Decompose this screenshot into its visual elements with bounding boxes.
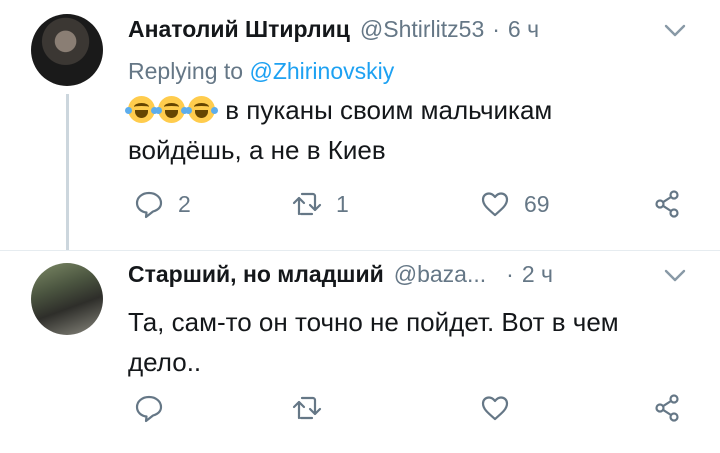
separator-dot: · bbox=[492, 16, 500, 42]
timestamp[interactable]: 2 ч bbox=[522, 261, 553, 288]
tears-of-joy-emoji bbox=[125, 96, 158, 123]
chevron-down-icon[interactable] bbox=[664, 269, 686, 283]
replying-mention[interactable]: @Zhirinovskiy bbox=[249, 58, 394, 84]
timestamp[interactable]: 6 ч bbox=[508, 16, 539, 43]
reply-count: 2 bbox=[178, 190, 191, 217]
tweet[interactable]: Анатолий Штирлиц @Shtirlitz53 · 6 ч Repl… bbox=[0, 0, 720, 250]
tears-of-joy-emoji bbox=[155, 96, 188, 123]
tweet-text: в пуканы своим мальчикам войдёшь, а не в… bbox=[125, 90, 688, 170]
tweet-text-line2: дело.. bbox=[128, 347, 202, 377]
replying-to: Replying to @Zhirinovskiy bbox=[128, 58, 394, 85]
tweet-actions bbox=[128, 390, 688, 430]
reply-button[interactable] bbox=[134, 390, 164, 426]
like-icon bbox=[481, 396, 509, 421]
tweet-header: Старший, но младший @baza... · 2 ч bbox=[128, 261, 553, 288]
reply-icon bbox=[135, 191, 163, 219]
thread-line bbox=[66, 94, 69, 250]
like-button[interactable]: 69 bbox=[480, 186, 550, 222]
retweet-button[interactable]: 1 bbox=[292, 186, 349, 222]
separator-dot: · bbox=[506, 261, 514, 287]
retweet-count: 1 bbox=[336, 190, 349, 217]
tears-of-joy-emoji bbox=[185, 96, 218, 123]
tweet-header: Анатолий Штирлиц @Shtirlitz53 · 6 ч bbox=[128, 16, 539, 43]
reply-icon bbox=[135, 395, 163, 423]
retweet-icon bbox=[292, 192, 322, 216]
chevron-down-icon[interactable] bbox=[664, 24, 686, 38]
author-handle[interactable]: @baza... bbox=[394, 261, 486, 288]
tweet-text-line1: Та, сам-то он точно не пойдет. Вот в чем bbox=[128, 307, 619, 337]
tweet-text-line2: войдёшь, а не в Киев bbox=[128, 135, 386, 165]
like-button[interactable] bbox=[480, 390, 510, 426]
tweet[interactable]: Старший, но младший @baza... · 2 ч Та, с… bbox=[0, 250, 720, 453]
share-icon bbox=[655, 190, 679, 218]
tweet-actions: 2 1 69 bbox=[128, 186, 688, 226]
replying-label: Replying to bbox=[128, 58, 244, 84]
author-name[interactable]: Анатолий Штирлиц bbox=[128, 16, 350, 43]
retweet-icon bbox=[292, 396, 322, 420]
avatar[interactable] bbox=[31, 263, 103, 335]
like-count: 69 bbox=[524, 190, 550, 217]
share-button[interactable] bbox=[652, 186, 682, 222]
tweet-text: Та, сам-то он точно не пойдет. Вот в чем… bbox=[128, 302, 688, 382]
reply-button[interactable]: 2 bbox=[134, 186, 191, 222]
avatar[interactable] bbox=[31, 14, 103, 86]
tweet-text-line1: в пуканы своим мальчикам bbox=[225, 95, 553, 125]
author-handle[interactable]: @Shtirlitz53 bbox=[360, 16, 484, 43]
retweet-button[interactable] bbox=[292, 390, 322, 426]
share-icon bbox=[655, 394, 679, 422]
share-button[interactable] bbox=[652, 390, 682, 426]
like-icon bbox=[481, 192, 509, 217]
author-name[interactable]: Старший, но младший bbox=[128, 261, 384, 288]
